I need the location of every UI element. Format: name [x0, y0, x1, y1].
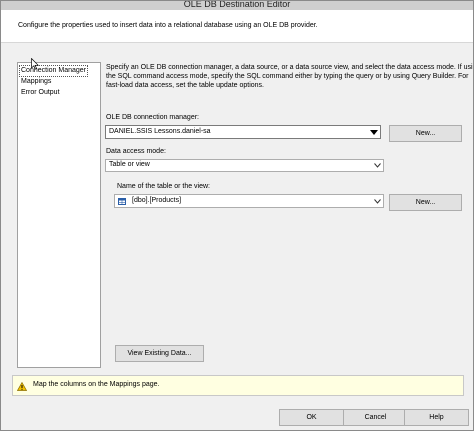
table-name-value: [dbo].[Products]	[132, 197, 182, 204]
info-bar: Map the columns on the Mappings page.	[12, 375, 464, 396]
instructions-line: fast-load data access, set the table upd…	[106, 82, 264, 89]
chevron-down-icon[interactable]	[372, 161, 382, 170]
data-access-mode-value: Table or view	[109, 161, 150, 168]
description-panel: Configure the properties used to insert …	[1, 10, 473, 43]
dialog-window: OLE DB Destination Editor Configure the …	[0, 0, 474, 431]
data-access-mode-select[interactable]: Table or view	[105, 159, 384, 172]
nav-item-error-output[interactable]: Error Output	[21, 88, 60, 98]
chevron-down-icon[interactable]	[369, 127, 379, 137]
dialog-description: Configure the properties used to insert …	[18, 22, 318, 29]
info-message: Map the columns on the Mappings page.	[33, 381, 160, 388]
title-bar[interactable]: OLE DB Destination Editor	[1, 1, 473, 10]
page-instructions: Specify an OLE DB connection manager, a …	[106, 63, 474, 90]
data-access-mode-label: Data access mode:	[106, 148, 166, 155]
connection-manager-value: DANIEL.SSIS Lessons.daniel-sa	[109, 128, 211, 135]
cancel-button[interactable]: Cancel	[343, 409, 408, 426]
view-existing-data-button[interactable]: View Existing Data...	[115, 345, 204, 362]
connection-manager-select[interactable]: DANIEL.SSIS Lessons.daniel-sa	[105, 125, 381, 139]
table-icon	[118, 198, 126, 205]
nav-item-mappings[interactable]: Mappings	[21, 77, 51, 87]
page-navigation-list: Connection Manager Mappings Error Output	[17, 62, 101, 368]
instructions-line: the SQL command access mode, specify the…	[106, 73, 469, 80]
ok-button[interactable]: OK	[279, 409, 344, 426]
new-table-button[interactable]: New...	[389, 194, 462, 211]
chevron-down-icon[interactable]	[372, 196, 382, 206]
table-name-select[interactable]: [dbo].[Products]	[114, 194, 384, 208]
table-name-label: Name of the table or the view:	[117, 183, 210, 190]
warning-icon	[17, 382, 27, 391]
window-title: OLE DB Destination Editor	[183, 0, 291, 9]
new-connection-button[interactable]: New...	[389, 125, 462, 142]
connection-manager-label: OLE DB connection manager:	[106, 114, 199, 121]
help-button[interactable]: Help	[404, 409, 469, 426]
instructions-line: Specify an OLE DB connection manager, a …	[106, 64, 474, 71]
mouse-pointer-icon	[31, 58, 39, 70]
